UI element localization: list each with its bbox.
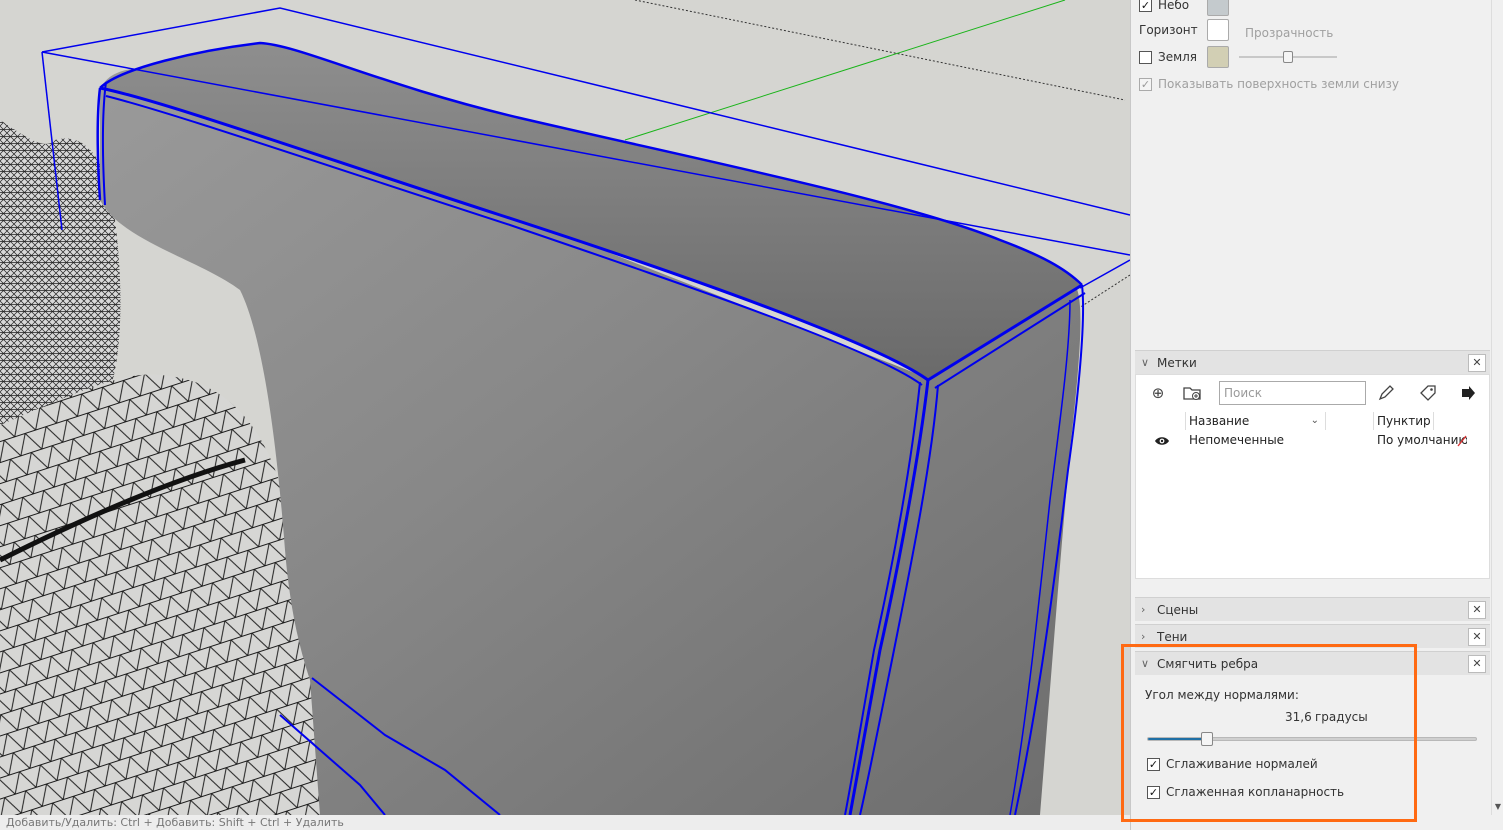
horizon-row: Горизонт <box>1139 19 1198 41</box>
show-ground-below-label: Показывать поверхность земли снизу <box>1158 77 1399 91</box>
horizon-label: Горизонт <box>1139 23 1198 37</box>
default-tray: ✓ Небо Горизонт Прозрачность Земля ✓ Пок… <box>1130 0 1503 830</box>
horizon-color-swatch[interactable] <box>1207 19 1229 41</box>
shadows-panel-title: Тени <box>1157 629 1188 644</box>
transparency-slider[interactable] <box>1239 51 1337 63</box>
soften-edges-panel-header[interactable]: ∨ Смягчить ребра ✕ <box>1135 651 1490 675</box>
sky-color-swatch[interactable] <box>1207 0 1229 16</box>
chevron-right-icon: › <box>1141 630 1146 643</box>
dash-column-header[interactable]: Пунктир <box>1374 412 1434 430</box>
sort-chevron-icon: ⌄ <box>1310 415 1319 426</box>
soften-coplanar-row: ✓ Сглаженная копланарность <box>1147 781 1344 803</box>
transparency-slider-thumb[interactable] <box>1283 51 1293 63</box>
smooth-normals-checkbox[interactable]: ✓ <box>1147 757 1160 771</box>
soften-edges-panel-body: Угол между нормалями: 31,6 градусы ✓ Сгл… <box>1135 677 1490 815</box>
angle-value: 31,6 <box>1285 710 1312 724</box>
close-icon[interactable]: ✕ <box>1468 628 1486 646</box>
smooth-normals-label: Сглаживание нормалей <box>1166 757 1318 771</box>
scenes-panel-header[interactable]: › Сцены ✕ <box>1135 597 1490 621</box>
model-viewport[interactable] <box>0 0 1130 815</box>
status-bar: Добавить/Удалить: Ctrl + Добавить: Shift… <box>0 815 1130 830</box>
close-icon[interactable]: ✕ <box>1468 354 1486 372</box>
scroll-down-icon[interactable]: ▼ <box>1495 802 1501 811</box>
tag-search-input[interactable] <box>1219 381 1366 405</box>
tag-dash-pencil-icon <box>1456 431 1468 449</box>
shadows-panel-header[interactable]: › Тени ✕ <box>1135 624 1490 648</box>
details-arrow-icon[interactable] <box>1458 383 1478 403</box>
show-ground-below-row: ✓ Показывать поверхность земли снизу <box>1139 73 1399 95</box>
chevron-right-icon: › <box>1141 603 1146 616</box>
transparency-label: Прозрачность <box>1245 26 1334 40</box>
chevron-down-icon: ∨ <box>1141 356 1150 369</box>
tag-dash[interactable]: По умолчанию <box>1377 431 1467 449</box>
sky-checkbox[interactable]: ✓ <box>1139 0 1152 12</box>
tags-panel-body: ⊕ Название ⌄ Пунктир <box>1135 374 1490 579</box>
add-tag-icon[interactable]: ⊕ <box>1148 383 1168 403</box>
tag-color-icon[interactable] <box>1418 383 1438 403</box>
close-icon[interactable]: ✕ <box>1468 655 1486 673</box>
scenes-panel-title: Сцены <box>1157 602 1199 617</box>
show-ground-below-checkbox[interactable]: ✓ <box>1139 77 1152 91</box>
tags-panel-title: Метки <box>1157 355 1197 370</box>
ground-label: Земля <box>1158 50 1198 64</box>
color-column-header <box>1326 412 1374 430</box>
tags-panel-header[interactable]: ∨ Метки ✕ <box>1135 350 1490 374</box>
pencil-icon[interactable] <box>1376 383 1396 403</box>
eye-icon[interactable] <box>1154 431 1174 449</box>
viewport-scene <box>0 0 1130 815</box>
sky-label: Небо <box>1158 0 1190 12</box>
soften-edges-panel-title: Смягчить ребра <box>1157 656 1259 671</box>
ground-checkbox[interactable] <box>1139 50 1152 64</box>
green-axis-line <box>624 0 1066 141</box>
angle-unit: градусы <box>1315 710 1368 724</box>
angle-slider[interactable] <box>1147 732 1477 746</box>
angle-slider-thumb[interactable] <box>1201 732 1214 746</box>
name-column-header[interactable]: Название ⌄ <box>1186 412 1326 430</box>
soften-coplanar-checkbox[interactable]: ✓ <box>1147 785 1160 799</box>
chevron-down-icon: ∨ <box>1141 657 1150 670</box>
close-icon[interactable]: ✕ <box>1468 601 1486 619</box>
tag-name[interactable]: Непомеченные <box>1189 431 1284 449</box>
soften-coplanar-label: Сглаженная копланарность <box>1166 785 1345 799</box>
ground-row: Земля <box>1139 46 1197 68</box>
sketchup-window: Добавить/Удалить: Ctrl + Добавить: Shift… <box>0 0 1503 830</box>
extra-column-header <box>1434 412 1490 430</box>
visibility-column-header <box>1136 412 1186 430</box>
smooth-normals-row: ✓ Сглаживание нормалей <box>1147 753 1318 775</box>
sky-row: ✓ Небо <box>1139 0 1189 16</box>
ground-color-swatch[interactable] <box>1207 46 1229 68</box>
angle-slider-fill <box>1148 738 1208 740</box>
angle-label: Угол между нормалями: <box>1145 688 1299 702</box>
tray-scrollbar[interactable]: ▼ <box>1491 0 1503 815</box>
add-tag-folder-icon[interactable] <box>1182 383 1202 403</box>
